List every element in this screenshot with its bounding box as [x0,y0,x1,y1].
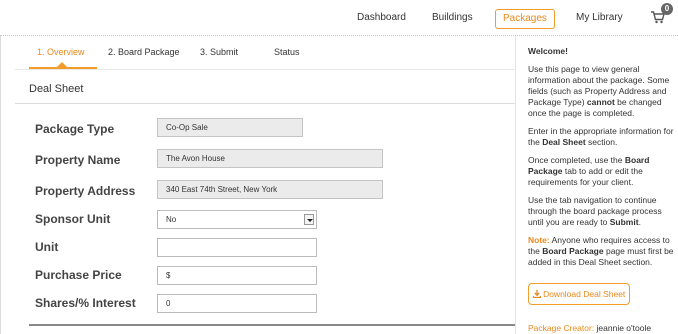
left-border [0,36,1,334]
property-address-field: 340 East 74th Street, New York [157,180,383,199]
sponsor-unit-value: No [166,215,177,224]
sidebar-title: Welcome! [528,46,568,56]
download-button-label: Download Deal Sheet [543,289,626,299]
package-creator-key: Package Creator: [528,323,595,333]
sidebar-note: Note: Anyone who requires access to the … [528,235,678,268]
chevron-down-icon [304,214,314,225]
package-type-field: Co-Op Sale [157,118,303,137]
help-sidebar: Welcome! Use this page to view general i… [528,46,678,275]
unit-label: Unit [35,240,59,254]
sponsor-unit-select[interactable]: No [157,210,317,229]
sidebar-text: section. [585,137,618,147]
active-tab-indicator [29,67,97,69]
purchase-price-input[interactable]: $ [157,266,317,285]
top-navigation: Dashboard Buildings Packages My Library … [0,0,678,36]
section-divider [15,103,515,104]
form-bottom-divider [29,324,515,326]
note-label: Note: [528,235,550,245]
sponsor-unit-label: Sponsor Unit [35,212,111,226]
nav-buildings[interactable]: Buildings [432,12,473,23]
nav-packages[interactable]: Packages [495,9,555,29]
property-name-field: The Avon House [157,149,383,168]
download-deal-sheet-button[interactable]: Download Deal Sheet [528,283,630,305]
sidebar-text: . [638,217,641,227]
property-address-label: Property Address [35,184,136,198]
tab-divider [15,69,515,70]
active-tab-caret-icon [57,62,67,67]
sidebar-paragraph-3: Once completed, use the Board Package ta… [528,155,678,188]
download-icon [532,290,541,299]
sidebar-paragraph-2: Enter in the appropriate information for… [528,126,678,148]
shares-interest-input[interactable]: 0 [157,294,317,313]
sidebar-text: Once completed, use the [528,155,625,165]
tab-overview[interactable]: 1. Overview [37,47,85,57]
nav-my-library[interactable]: My Library [576,12,623,23]
tab-board-package[interactable]: 2. Board Package [108,47,180,57]
sidebar-text: Use the tab navigation to continue throu… [528,195,662,227]
section-title: Deal Sheet [29,83,84,95]
shares-interest-label: Shares/% Interest [35,296,136,310]
package-type-label: Package Type [35,122,115,136]
property-name-label: Property Name [35,153,121,167]
tab-status[interactable]: Status [274,47,300,57]
nav-dashboard[interactable]: Dashboard [357,12,406,23]
cart-count-badge: 0 [661,3,673,15]
sidebar-paragraph-1: Use this page to view general informatio… [528,64,678,119]
sidebar-bold-text: Deal Sheet [542,137,586,147]
sidebar-bold-text: Submit [609,217,639,227]
sidebar-bold-text: cannot [586,97,615,107]
sidebar-bold-text: Board Package [542,246,604,256]
purchase-price-label: Purchase Price [35,268,122,282]
tab-submit[interactable]: 3. Submit [200,47,238,57]
package-creator: Package Creator: jeannie o'toole [528,323,651,333]
unit-input[interactable] [157,238,317,257]
sidebar-paragraph-4: Use the tab navigation to continue throu… [528,195,678,228]
package-creator-value: jeannie o'toole [596,323,652,333]
column-divider [515,36,516,334]
